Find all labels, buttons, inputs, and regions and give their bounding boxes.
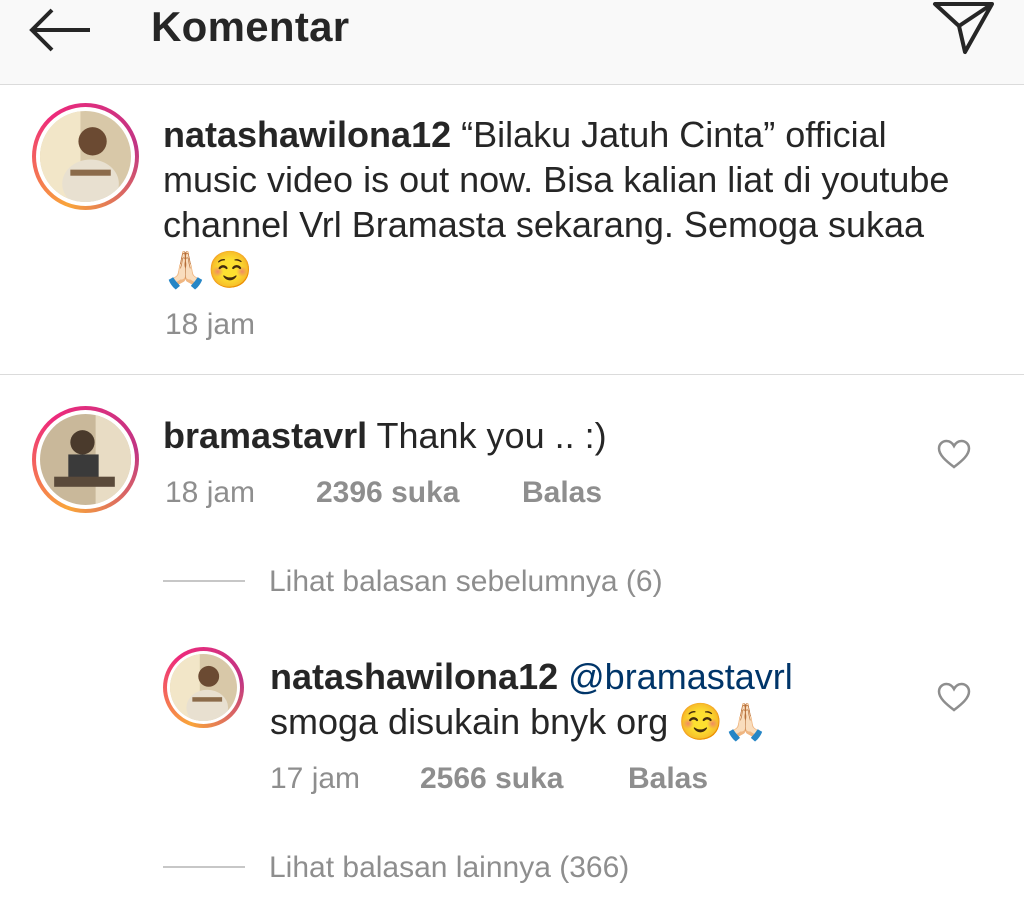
view-previous-replies-label: Lihat balasan sebelumnya (6) [269,565,663,598]
paper-plane-icon [933,2,994,54]
reply-body: smoga disukain bnyk org ☺️🙏🏻 [270,701,768,742]
reply-reply-button[interactable]: Balas [628,762,708,796]
reply-thread-line [163,580,245,583]
heart-icon [937,439,971,469]
view-previous-replies[interactable]: Lihat balasan sebelumnya (6) [163,565,663,599]
reply-time: 17 jam [270,762,361,795]
reply-thread-line [163,866,245,869]
reply-button[interactable]: Balas [522,476,602,510]
caption-username[interactable]: natashawilona12 [163,114,451,155]
comment-body: Thank you .. :) [376,415,607,456]
comment-username[interactable]: bramastavrl [163,415,367,456]
comment-time: 18 jam [165,476,256,509]
top-bar: Komentar [0,0,1024,85]
comment-avatar[interactable] [32,406,139,513]
back-button[interactable] [28,8,92,52]
comment-likes[interactable]: 2396 suka [316,476,459,510]
avatar-photo [40,414,131,505]
reply-mention[interactable]: @bramastavrl [568,656,793,697]
comment-text: bramastavrl Thank you .. :) [163,413,903,458]
avatar-photo [170,654,237,721]
arrow-left-icon [29,8,90,52]
reply-username[interactable]: natashawilona12 [270,656,558,697]
heart-icon [937,682,971,712]
caption-text: natashawilona12 “Bilaku Jatuh Cinta” off… [163,112,963,292]
view-more-replies-label: Lihat balasan lainnya (366) [269,851,630,884]
reply-like-button[interactable] [937,682,971,712]
reply-avatar[interactable] [163,647,244,728]
avatar[interactable] [32,103,139,210]
page-title: Komentar [151,3,350,50]
share-button[interactable] [930,0,996,56]
avatar-photo [40,111,131,202]
like-button[interactable] [937,439,971,469]
view-more-replies[interactable]: Lihat balasan lainnya (366) [163,851,629,885]
reply-likes[interactable]: 2566 suka [420,762,563,796]
divider [0,374,1024,375]
reply-text: natashawilona12 @bramastavrl smoga disuk… [270,654,910,744]
caption-time: 18 jam [165,308,256,341]
